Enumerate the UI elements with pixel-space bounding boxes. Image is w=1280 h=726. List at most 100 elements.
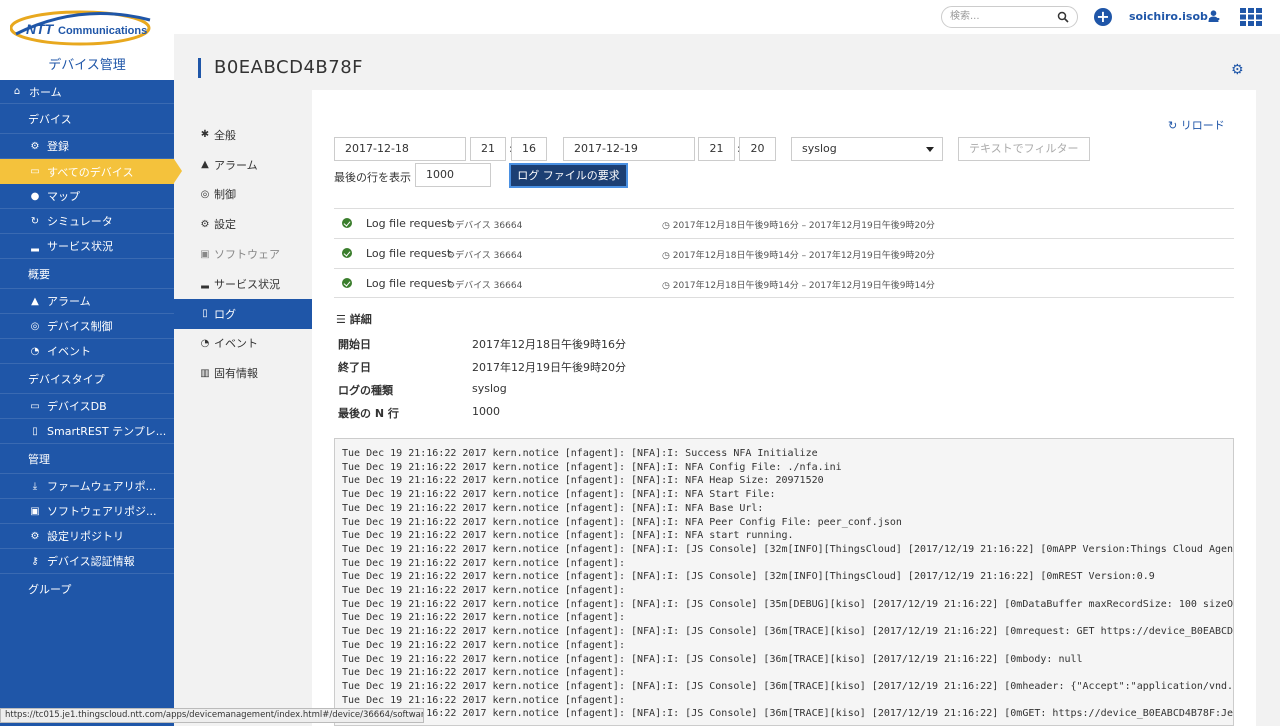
log-request-list: Log file request ⚙デバイス 36664 ◷ 2017年12月1… <box>334 208 1234 298</box>
user-icon[interactable] <box>1208 10 1219 22</box>
sidebar-item-label: サービス状況 <box>47 240 113 253</box>
request-log-button[interactable]: ログ ファイルの要求 <box>509 163 628 188</box>
tab-service-status[interactable]: ▂ サービス状況 <box>174 269 318 299</box>
request-device[interactable]: ⚙デバイス 36664 <box>447 248 522 261</box>
user-name[interactable]: soichiro.isob... <box>1129 10 1220 23</box>
log-line: Tue Dec 19 21:16:22 2017 kern.notice [nf… <box>342 448 818 459</box>
search-icon[interactable] <box>1057 11 1069 23</box>
tab-configuration[interactable]: ⚙ 設定 <box>174 209 318 239</box>
sidebar-item-simulator[interactable]: ↻ シミュレータ <box>0 209 174 234</box>
sidebar-item-label: 設定リポジトリ <box>47 530 124 543</box>
request-time: ◷ 2017年12月18日午後9時14分 – 2017年12月19日午後9時20… <box>662 248 935 261</box>
log-line: Tue Dec 19 21:16:22 2017 kern.notice [nf… <box>342 626 1234 638</box>
sidebar-item-device-control[interactable]: ◎ デバイス制御 <box>0 314 174 339</box>
log-type-value: syslog <box>802 142 837 155</box>
request-time-label: 2017年12月18日午後9時14分 – 2017年12月19日午後9時20分 <box>672 251 935 261</box>
reload-label: リロード <box>1180 119 1225 132</box>
sidebar-item-credentials[interactable]: ⚷ デバイス認証情報 <box>0 549 174 574</box>
request-device[interactable]: ⚙デバイス 36664 <box>447 278 522 291</box>
sidebar-item-smartrest[interactable]: ▯ SmartREST テンプレ... <box>0 419 174 444</box>
gear-icon[interactable]: ⚙ <box>1231 62 1245 78</box>
signal-icon: ▂ <box>31 240 39 252</box>
sidebar-category-device-types[interactable]: デバイスタイプ <box>0 364 174 394</box>
sidebar-item-registration[interactable]: ⚙ 登録 <box>0 134 174 159</box>
tab-label: イベント <box>214 337 258 351</box>
tab-alarms[interactable]: ▲ アラーム <box>174 150 318 180</box>
filter-input[interactable]: テキストでフィルター <box>958 137 1090 161</box>
date-from-input[interactable]: 2017-12-18 <box>334 137 466 161</box>
hour-from-input[interactable]: 21 <box>470 137 506 161</box>
add-button[interactable]: + <box>1094 8 1112 26</box>
log-line: Tue Dec 19 21:16:22 2017 kern.notice [nf… <box>342 667 625 679</box>
list-item[interactable]: Log file request ⚙デバイス 36664 ◷ 2017年12月1… <box>334 238 1234 268</box>
minute-from-input[interactable]: 16 <box>511 137 547 161</box>
check-circle-icon <box>342 218 352 228</box>
sidebar: NTT Communications デバイス管理 ⌂ ホーム デバイス ⚙ 登録 … <box>0 0 182 726</box>
save-icon: ▣ <box>30 505 40 517</box>
log-type-select[interactable]: syslog <box>791 137 943 161</box>
tab-control[interactable]: ◎ 制御 <box>174 180 318 210</box>
log-line: Tue Dec 19 21:16:22 2017 kern.notice [nf… <box>342 530 794 542</box>
sidebar-item-events[interactable]: ◔ イベント <box>0 339 174 364</box>
key-icon: ⚷ <box>31 555 39 567</box>
tab-label: ログ <box>214 307 236 321</box>
gamepad-icon: ◎ <box>200 188 210 200</box>
log-line: Tue Dec 19 21:16:22 2017 kern.notice [nf… <box>342 516 902 528</box>
hour-to-input[interactable]: 21 <box>698 137 735 161</box>
sidebar-item-label: デバイスDB <box>47 400 107 413</box>
log-line: Tue Dec 19 21:16:22 2017 kern.notice [nf… <box>342 598 1234 610</box>
chevron-down-icon <box>926 147 934 152</box>
sidebar-item-label: デバイス制御 <box>47 320 113 333</box>
date-to-input[interactable]: 2017-12-19 <box>563 137 695 161</box>
app-title: デバイス管理 <box>48 58 126 73</box>
detail-end-value: 2017年12月19日午後9時20分 <box>472 361 626 374</box>
apps-grid-icon[interactable] <box>1240 8 1262 26</box>
sidebar-item-alarms[interactable]: ▲ アラーム <box>0 289 174 314</box>
ntt-logo[interactable]: NTT Communications <box>10 10 168 46</box>
tab-label: ソフトウェア <box>214 248 280 262</box>
sidebar-item-service-status[interactable]: ▂ サービス状況 <box>0 234 174 259</box>
detail-lastn-value: 1000 <box>472 405 500 418</box>
tab-logs[interactable]: ▯ ログ <box>174 298 326 329</box>
tab-events[interactable]: ◔ イベント <box>174 329 318 359</box>
gears-icon: ⚙ <box>30 140 40 152</box>
sidebar-item-all-devices[interactable]: ▭ すべてのデバイス <box>0 159 182 184</box>
request-device-label: デバイス 36664 <box>455 221 523 231</box>
signal-icon: ▂ <box>201 278 209 290</box>
sidebar-item-software-repo[interactable]: ▣ ソフトウェアリポジ... <box>0 499 174 524</box>
sidebar-category-overview[interactable]: 概要 <box>0 259 174 289</box>
details-heading: ☰ 詳細 <box>336 311 372 327</box>
tab-label: 固有情報 <box>214 367 258 381</box>
sidebar-category-devices[interactable]: デバイス <box>0 104 174 134</box>
minute-to-input[interactable]: 20 <box>739 137 776 161</box>
tab-identity[interactable]: ▥ 固有情報 <box>174 358 318 388</box>
sidebar-category-groups[interactable]: グループ <box>0 574 174 604</box>
sidebar-item-firmware-repo[interactable]: ⤓ ファームウェアリポ... <box>0 474 174 499</box>
log-output[interactable]: Tue Dec 19 21:16:22 2017 kern.notice [nf… <box>334 438 1234 726</box>
tab-software[interactable]: ▣ ソフトウェア <box>174 239 318 269</box>
last-lines-input[interactable]: 1000 <box>415 163 491 187</box>
file-code-icon: ▯ <box>32 425 38 437</box>
clock-icon: ◷ <box>662 281 673 291</box>
refresh-icon: ↻ <box>1168 119 1181 132</box>
sidebar-item-config-repo[interactable]: ⚙ 設定リポジトリ <box>0 524 174 549</box>
log-line: Tue Dec 19 21:16:22 2017 kern.notice [nf… <box>342 543 1234 555</box>
search-input[interactable]: 検索... <box>941 6 1078 28</box>
sidebar-item-device-db[interactable]: ▭ デバイスDB <box>0 394 174 419</box>
gears-icon: ⚙ <box>200 218 210 230</box>
detail-type-label: ログの種類 <box>338 384 393 397</box>
request-title: Log file request <box>366 247 452 260</box>
tab-label: 設定 <box>214 218 236 232</box>
list-item[interactable]: Log file request ⚙デバイス 36664 ◷ 2017年12月1… <box>334 268 1234 298</box>
sidebar-category-management[interactable]: 管理 <box>0 444 174 474</box>
list-item[interactable]: Log file request ⚙デバイス 36664 ◷ 2017年12月1… <box>334 208 1234 238</box>
tab-general[interactable]: ✱ 全般 <box>174 120 318 150</box>
svg-text:NTT: NTT <box>26 21 55 37</box>
sidebar-item-home[interactable]: ⌂ ホーム <box>0 80 174 104</box>
tab-label: 制御 <box>214 188 236 202</box>
sidebar-item-map[interactable]: ● マップ <box>0 184 174 209</box>
log-line: Tue Dec 19 21:16:22 2017 kern.notice [nf… <box>342 557 625 569</box>
rss-icon: ◔ <box>30 345 40 357</box>
reload-button[interactable]: ↻ リロード <box>1168 117 1225 133</box>
request-device[interactable]: ⚙デバイス 36664 <box>447 218 522 231</box>
